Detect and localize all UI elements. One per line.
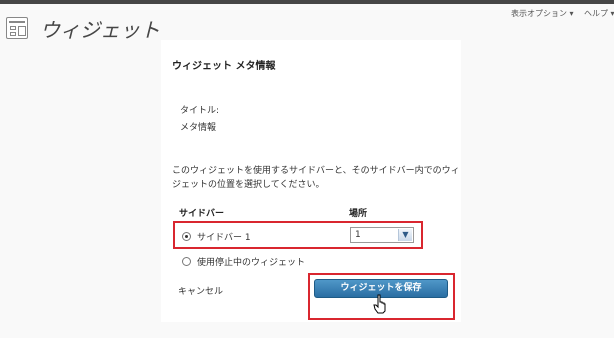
page-title: ウィジェット (40, 18, 160, 42)
position-select[interactable]: 1 ▼ (350, 227, 414, 243)
hand-pointer-icon (373, 294, 386, 314)
inactive-label: 使用停止中のウィジェット (197, 258, 306, 268)
description-line-2: ジェットの位置を選択してください。 (172, 180, 325, 190)
help-link[interactable]: ヘルプ ▾ (584, 8, 614, 19)
position-value: 1 (355, 230, 361, 240)
title-value: メタ情報 (180, 123, 217, 133)
description-line-1: このウィジェットを使用するサイドバーと、そのサイドバー内でのウィ (172, 166, 460, 176)
admin-top-bar (0, 0, 614, 4)
widgets-icon (6, 17, 28, 39)
sidebar1-radio[interactable] (182, 232, 191, 241)
form-heading: ウィジェット メタ情報 (172, 61, 276, 72)
inactive-radio[interactable] (182, 257, 191, 266)
title-label: タイトル: (180, 106, 220, 116)
sidebar1-label: サイドバー 1 (197, 233, 251, 243)
screen-options-link[interactable]: 表示オプション ▾ (511, 8, 574, 19)
position-column-header: 場所 (349, 209, 368, 219)
chevron-down-icon: ▼ (398, 229, 412, 241)
sidebar-column-header: サイドバー (179, 209, 225, 219)
cancel-link[interactable]: キャンセル (178, 284, 223, 297)
